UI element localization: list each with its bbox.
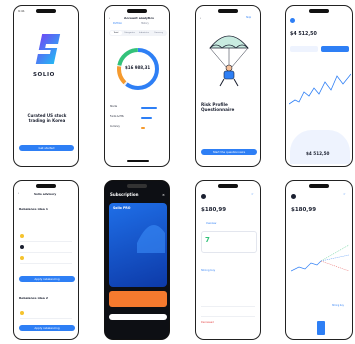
phone-notch <box>218 184 238 188</box>
phone-price-target: ☆ $180,99 Strong buy <box>285 180 353 340</box>
phone-notch <box>127 9 147 13</box>
plan-card[interactable]: Solio PRO <box>109 203 167 287</box>
holding-row[interactable] <box>20 255 72 264</box>
brand-name: SOLIO <box>33 72 55 78</box>
category-currency-label: Currency <box>110 125 120 128</box>
advisory-title: Solio advisory <box>34 192 57 196</box>
start-questionnaire-button[interactable]: Start the questionnaire <box>201 149 257 155</box>
phone-notch <box>309 184 329 188</box>
analytics-title: Account analytics <box>124 16 154 20</box>
holding-row[interactable] <box>20 244 72 253</box>
welcome-headline: Curated US stock trading in Korea <box>27 113 67 123</box>
favorite-star-icon[interactable]: ☆ <box>343 192 346 196</box>
phone-notch <box>218 9 238 13</box>
risk-title: Risk Profile Questionnaire <box>201 102 235 113</box>
portfolio-value: $4 512,50 <box>290 32 317 37</box>
solio-logo-icon <box>35 34 61 64</box>
phone-subscription: Subscription × Solio PRO <box>104 180 170 340</box>
phone-notch <box>36 184 56 188</box>
deposit-button[interactable] <box>290 46 318 52</box>
phone-stock-detail: ☆ $180,99 Overview 7 Strong buy Decrease… <box>195 180 261 340</box>
category-tabs: Total Categories Industries Currency <box>109 30 167 36</box>
category-funds-label: Funds & Etfs <box>110 115 124 118</box>
metric-row <box>201 298 255 307</box>
wave-decoration-icon <box>137 225 165 253</box>
tab-categories[interactable]: Categories <box>124 32 135 34</box>
apply-rebalance-button-1[interactable]: Apply rebalancing <box>19 276 75 282</box>
back-icon[interactable]: ‹ <box>109 16 110 20</box>
tab-total[interactable]: Total <box>110 31 122 35</box>
app-showcase: 9:41 SOLIO Curated US stock trading in K… <box>0 0 355 344</box>
holding-logo-icon <box>20 245 24 249</box>
stocks-bar <box>141 107 157 109</box>
phone-notch <box>127 184 147 188</box>
summary-sheet <box>290 130 350 164</box>
segment-tab-history[interactable]: History <box>141 22 149 26</box>
promo-banner[interactable] <box>109 291 167 307</box>
apply-rebalance-button-2[interactable]: Apply rebalancing <box>19 325 75 331</box>
avatar[interactable] <box>290 18 295 23</box>
favorite-star-icon[interactable]: ☆ <box>251 192 254 196</box>
back-icon[interactable]: ‹ <box>200 16 201 20</box>
status-time: 9:41 <box>18 9 25 13</box>
holding-row[interactable] <box>20 233 72 242</box>
get-started-button[interactable]: Get started <box>19 145 74 151</box>
stock-price: $180,99 <box>291 207 317 213</box>
subscribe-button[interactable] <box>109 314 167 320</box>
overview-card: 7 <box>201 231 257 253</box>
segment-tab-portfolio[interactable]: Portfolio <box>113 22 122 26</box>
tab-overview[interactable]: Overview <box>206 222 216 226</box>
stock-logo-icon <box>201 194 206 199</box>
price-target-chart <box>291 244 349 272</box>
holding-row[interactable] <box>20 310 72 319</box>
invest-button[interactable] <box>321 46 349 52</box>
phone-welcome: 9:41 SOLIO Curated US stock trading in K… <box>13 5 79 167</box>
plan-name: Solio PRO <box>113 206 131 210</box>
category-stocks-label: Stocks <box>110 105 118 108</box>
home-indicator <box>127 160 149 162</box>
currency-bar <box>141 127 145 129</box>
holding-logo-icon <box>20 256 24 260</box>
phone-advisory: ‹ Solio advisory Rebalance idea 1 Apply … <box>13 180 79 340</box>
tab-industries[interactable]: Industries <box>139 32 149 34</box>
rating-bar <box>317 321 325 335</box>
score-value: 7 <box>205 236 210 244</box>
metric-row <box>201 308 255 317</box>
rating-badge: Strong buy <box>332 304 344 307</box>
rebalance-title-1: Rebalance idea 1 <box>19 207 48 211</box>
subscription-title: Subscription <box>110 192 139 197</box>
phone-analytics: ‹ Account analytics Portfolio History To… <box>104 5 170 167</box>
parachute-illustration-icon <box>209 35 249 87</box>
tab-currency[interactable]: Currency <box>154 32 163 34</box>
close-icon[interactable]: × <box>162 193 165 197</box>
phone-notch <box>36 9 56 13</box>
phone-portfolio: $4 512,50 $4 512,50 <box>285 5 353 167</box>
rebalance-title-2: Rebalance idea 2 <box>19 296 48 300</box>
total-balance: $16 988,31 <box>125 65 151 70</box>
phone-notch <box>309 9 329 13</box>
rating-badge: Strong buy <box>201 269 216 272</box>
summary-value: $4 512,50 <box>306 151 330 156</box>
stock-price: $180,99 <box>201 207 227 213</box>
holding-logo-icon <box>20 234 24 238</box>
decrease-badge: Decreased <box>201 321 214 324</box>
stock-logo-icon <box>291 194 296 199</box>
portfolio-line-chart <box>289 73 351 105</box>
phone-risk-profile: ‹ Skip Risk Profile Questionnaire Start … <box>195 5 261 167</box>
skip-button[interactable]: Skip <box>246 16 251 20</box>
back-icon[interactable]: ‹ <box>18 191 19 195</box>
holding-logo-icon <box>20 311 24 315</box>
funds-bar <box>141 117 152 119</box>
